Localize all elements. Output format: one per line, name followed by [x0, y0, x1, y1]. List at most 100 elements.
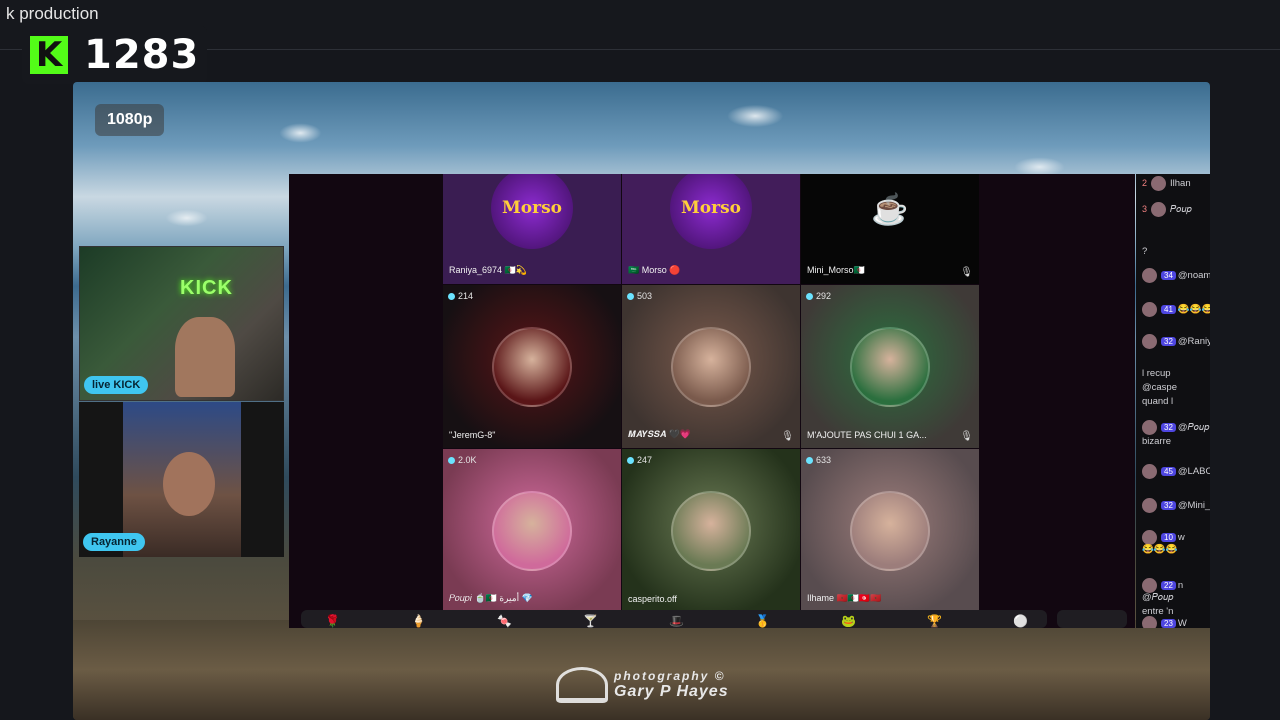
guest-name: M'AJOUTE PAS CHUI 1 GA... [807, 430, 927, 440]
gift-icon[interactable]: ⚪ [1013, 614, 1028, 628]
quality-badge[interactable]: 1080p [95, 104, 165, 136]
gift-icon[interactable]: 🌹 [325, 614, 340, 628]
webcam-streamer: KICK live KICK [79, 246, 284, 401]
chat-message: 2 Ilhan [1142, 176, 1191, 191]
chat-avatar [1142, 530, 1157, 545]
guest-name: Mini_Morso🇩🇿 [807, 265, 865, 275]
chat-text: @LABO [1177, 466, 1210, 478]
chat-message: 10 w [1142, 530, 1185, 545]
gift-icon[interactable]: 🐸 [841, 614, 856, 628]
guest-score: 292 [806, 291, 831, 301]
chat-text: 😂😂😂 [1142, 544, 1178, 555]
chat-level-badge: 23 [1161, 619, 1176, 628]
gift-icon[interactable]: 🍬 [497, 614, 512, 628]
credit-line-1: photography © [614, 669, 726, 683]
gift-bar: 🌹 🍦 🍬 🍸 🎩 🥇 🐸 🏆 ⚪ [301, 610, 1047, 628]
score-value: 247 [637, 455, 653, 465]
chat-level-badge: 22 [1161, 581, 1176, 591]
guest-avatar [671, 490, 751, 571]
guest-tile[interactable]: Morso Raniya_6974 🇩🇿💫 [443, 174, 621, 284]
guest-name: "JeremG-8" [449, 430, 496, 440]
streamer-person [175, 317, 235, 397]
chat-text: 𝑃𝑜𝑢𝑝 [1170, 204, 1192, 216]
chat-text: n [1177, 580, 1184, 592]
guest-tile[interactable]: 247 casperito.off [622, 449, 800, 612]
webcam-guest: Rayanne [79, 402, 284, 557]
guest-tile[interactable]: 633 Ilhame 🇲🇦🇩🇿🇹🇳🇲🇦 [801, 449, 979, 612]
chat-rank: 2 [1142, 178, 1148, 189]
chat-message: 32 @Mini_l [1142, 498, 1210, 513]
chat-message: bizarre [1142, 436, 1171, 447]
guest-tile[interactable]: 214 "JeremG-8" [443, 285, 621, 448]
guest-person [163, 452, 215, 516]
chat-text: @𝑃𝑜𝑢𝑝 [1177, 422, 1210, 434]
guest-name: casperito.off [628, 594, 677, 604]
score-value: 633 [816, 455, 832, 465]
chat-text: @Raniy [1177, 336, 1210, 348]
score-value: 214 [458, 291, 474, 301]
chat-level-badge: 41 [1161, 305, 1176, 315]
guest-tile[interactable]: Morso 🇸🇦 Morso 🔴 [622, 174, 800, 284]
chat-text: W [1177, 618, 1187, 628]
kick-logo-icon: K [30, 35, 68, 75]
chat-avatar [1142, 268, 1157, 283]
chat-message: 34 @noam [1142, 268, 1210, 283]
chat-level-badge: 32 [1161, 337, 1176, 347]
gift-icon[interactable]: 🏆 [927, 614, 942, 628]
chat-avatar [1142, 498, 1157, 513]
chat-text: @Mini_l [1177, 500, 1210, 512]
score-icon [448, 456, 455, 464]
guest-avatar [850, 326, 930, 407]
guest-tile[interactable]: 292 M'AJOUTE PAS CHUI 1 GA... 🎙 [801, 285, 979, 448]
chat-avatar [1142, 616, 1157, 628]
guest-name: 𝑃𝑜𝑢𝑝𝑖 🍵🇩🇿 أميرة 💎 [449, 593, 533, 603]
kick-neon-sign: KICK [180, 277, 233, 299]
muted-mic-icon: 🎙 [960, 267, 973, 278]
agency-logo: Morso [491, 174, 573, 249]
screen: k production K 1283 1080p KICK live KICK… [0, 0, 1280, 720]
score-icon [627, 456, 634, 464]
chat-text: Ilhan [1170, 178, 1191, 190]
chat-message: 32 @𝑃𝑜𝑢𝑝 [1142, 420, 1209, 435]
chat-level-badge: 34 [1161, 271, 1176, 281]
chat-message: 3 𝑃𝑜𝑢𝑝 [1142, 202, 1192, 217]
chat-avatar [1142, 334, 1157, 349]
gift-bar-extra[interactable] [1057, 610, 1127, 628]
chat-message: 41 😂😂😂 [1142, 302, 1210, 317]
chat-text: w [1177, 532, 1185, 544]
guest-tile[interactable]: ☕ Mini_Morso🇩🇿 🎙 [801, 174, 979, 284]
chat-panel: 2 Ilhan 3 𝑃𝑜𝑢𝑝? 34 @noam 41 😂😂😂 32 @Raniy l recup @… [1136, 174, 1210, 628]
agency-logo: Morso [670, 174, 752, 249]
gift-icon[interactable]: 🍸 [583, 614, 598, 628]
cam-name-tag: live KICK [84, 376, 149, 394]
guest-grid: Morso Raniya_6974 🇩🇿💫 Morso 🇸🇦 Morso 🔴 ☕ Mini… [443, 174, 979, 612]
guest-tile[interactable]: 503 𝑴𝑨𝒀𝑺𝑺𝑨 🖤💗 🎙 [622, 285, 800, 448]
guest-avatar [850, 490, 930, 571]
guest-score: 2.0K [448, 455, 477, 465]
chat-message: quand l [1142, 396, 1173, 407]
guest-avatar [671, 326, 751, 407]
chat-level-badge: 10 [1161, 533, 1176, 543]
muted-mic-icon: 🎙 [781, 431, 794, 442]
score-icon [627, 292, 634, 300]
score-value: 2.0K [458, 455, 477, 465]
chat-message: 45 @LABO [1142, 464, 1210, 479]
chat-text: quand l [1142, 396, 1174, 407]
chat-text: ? [1142, 246, 1148, 257]
chat-avatar [1142, 464, 1157, 479]
gift-icon[interactable]: 🎩 [669, 614, 684, 628]
guest-tile[interactable]: 2.0K 𝑃𝑜𝑢𝑝𝑖 🍵🇩🇿 أميرة 💎 [443, 449, 621, 612]
chat-level-badge: 32 [1161, 423, 1176, 433]
opera-house-logo-icon [556, 667, 608, 703]
chat-message: @𝑃𝑜𝑢𝑝 [1142, 592, 1173, 603]
chat-text: @𝑃𝑜𝑢𝑝 [1142, 592, 1174, 603]
guest-avatar [492, 490, 572, 571]
chat-message: ? [1142, 246, 1147, 257]
score-value: 503 [637, 291, 653, 301]
score-icon [806, 456, 813, 464]
chat-text: bizarre [1142, 436, 1172, 447]
chat-message: @caspe [1142, 382, 1177, 393]
gift-icon[interactable]: 🥇 [755, 614, 770, 628]
gift-icon[interactable]: 🍦 [411, 614, 426, 628]
chat-avatar [1151, 202, 1167, 217]
